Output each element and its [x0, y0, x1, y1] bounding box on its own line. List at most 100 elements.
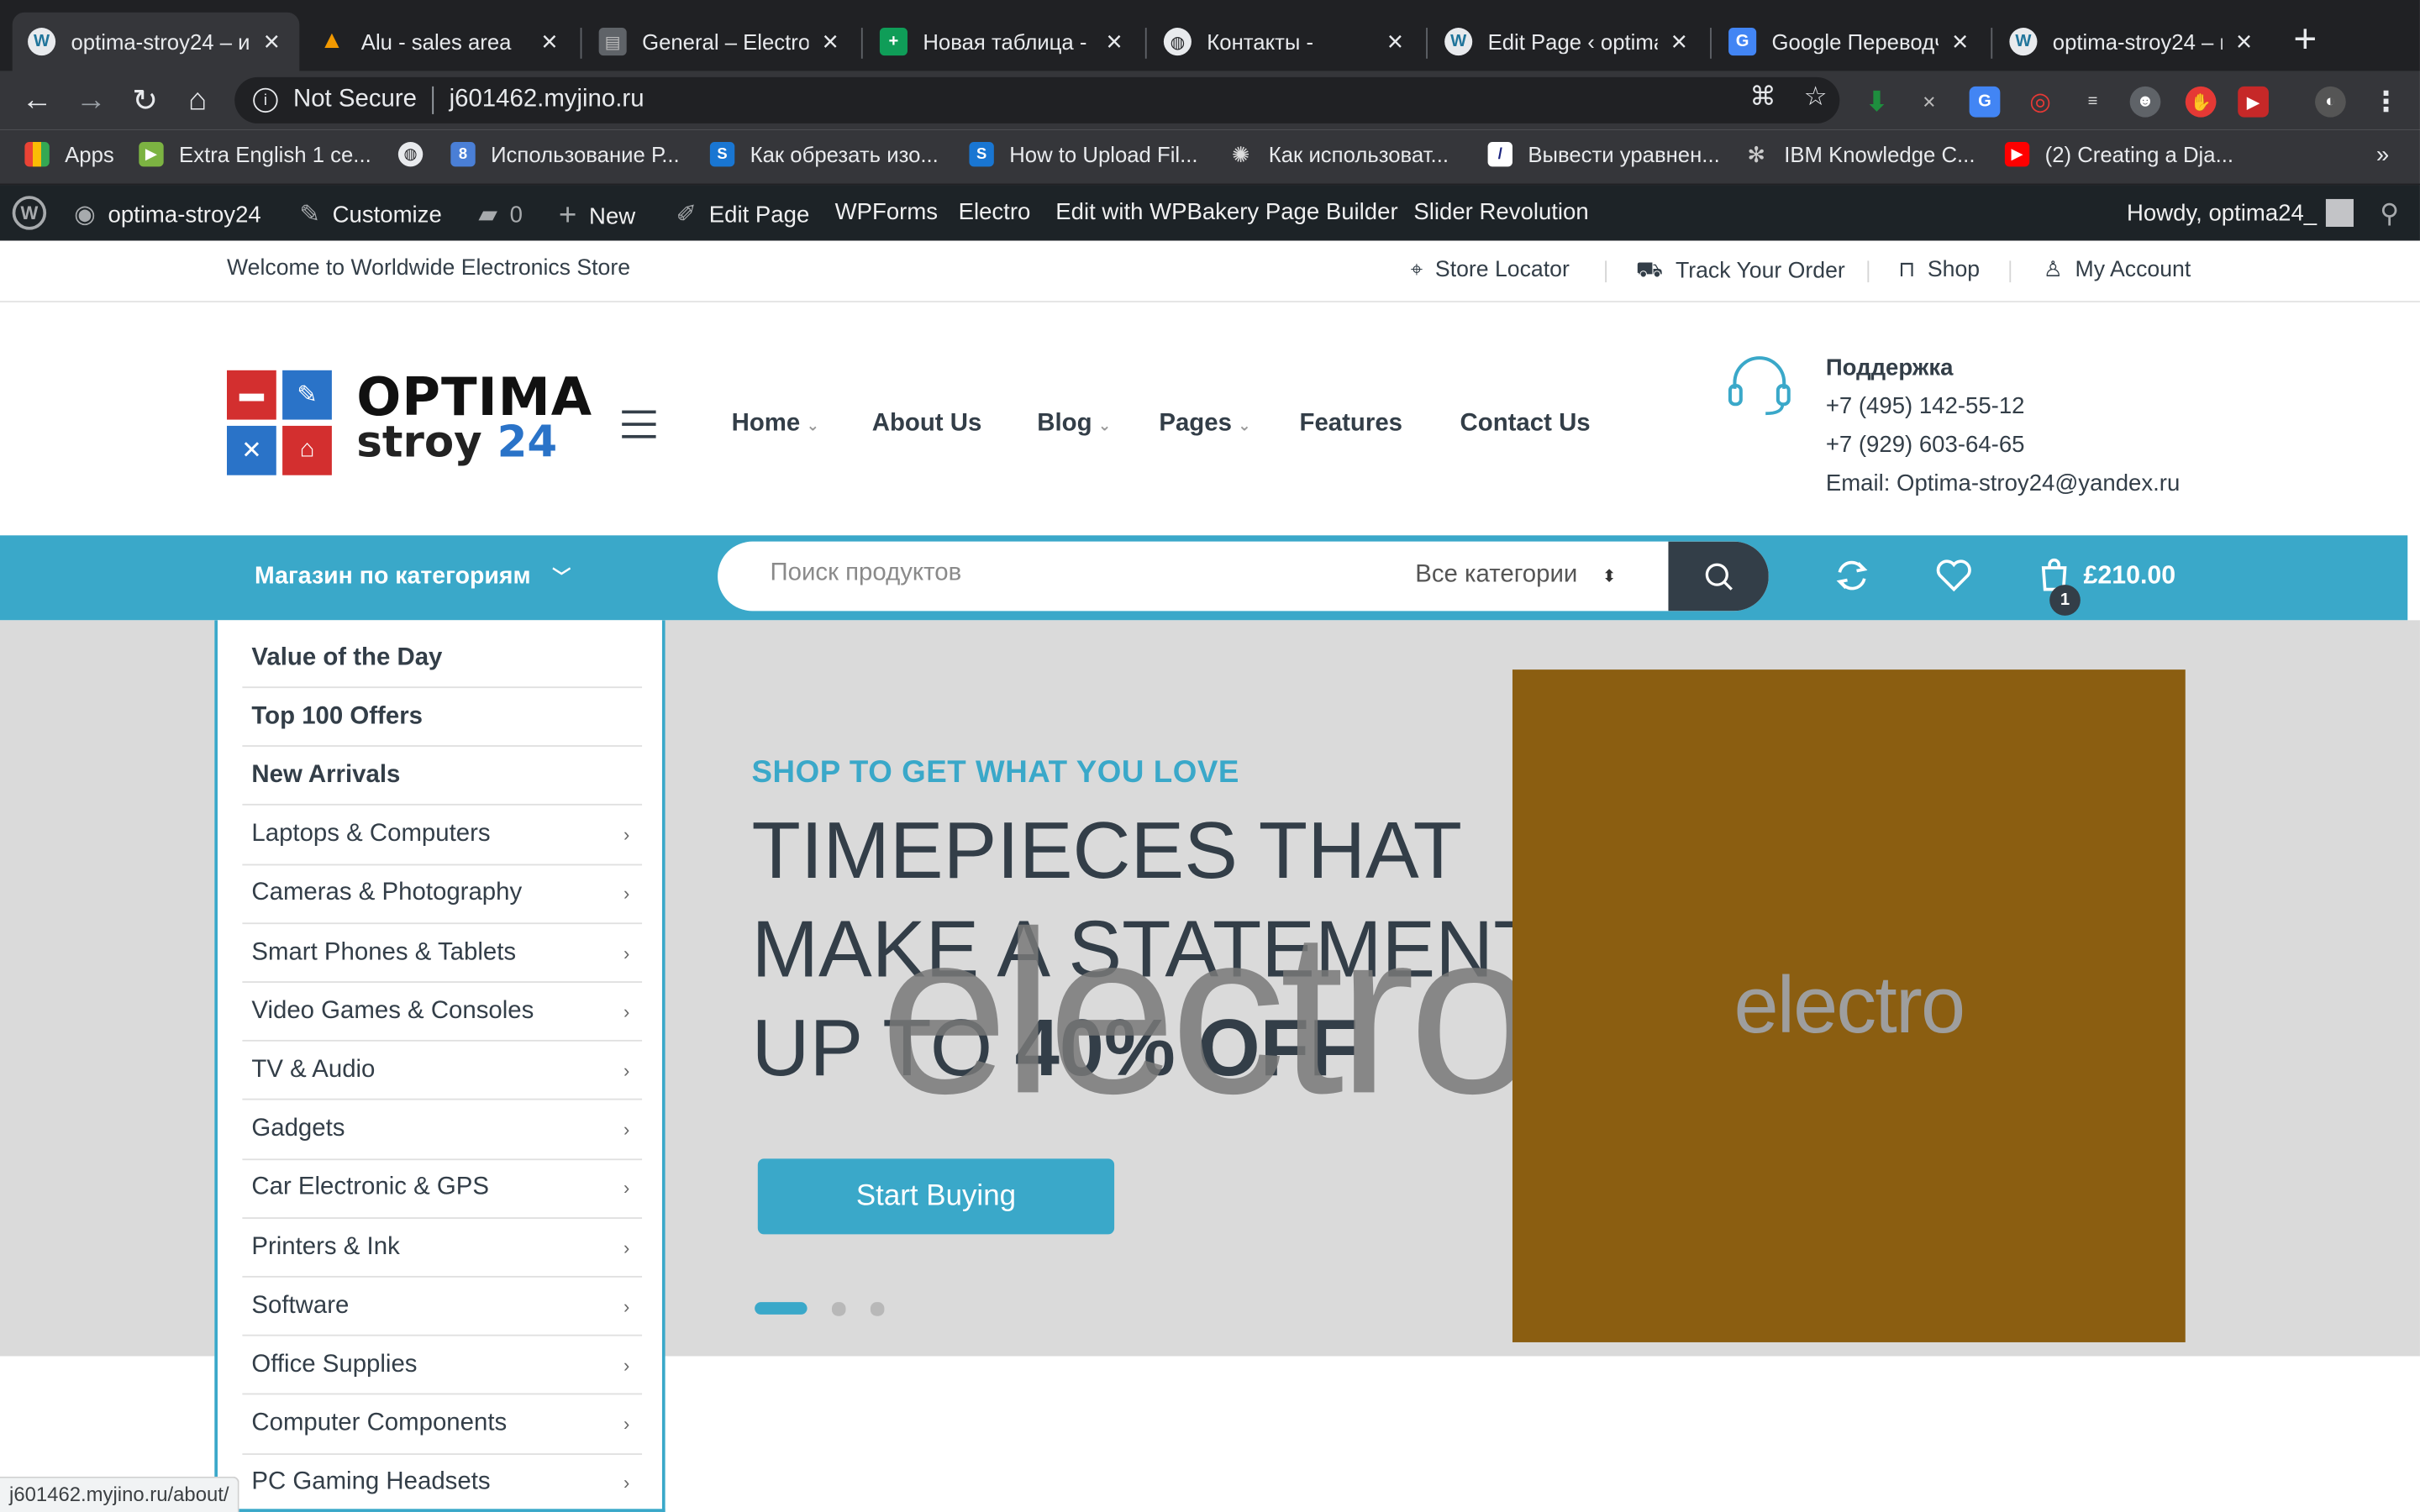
- search-icon[interactable]: ⚲: [2380, 199, 2399, 230]
- nav-home[interactable]: Home ⌄: [732, 411, 819, 438]
- bookmark-extra-english[interactable]: ▶ Extra English 1 се...: [139, 141, 371, 167]
- nav-pages[interactable]: Pages ⌄: [1159, 411, 1250, 438]
- wp-edit-page[interactable]: ✐ Edit Page: [676, 199, 809, 230]
- wp-wpbakery[interactable]: Edit with WPBakery Page Builder: [1055, 199, 1397, 225]
- tab-google-sheets[interactable]: + Новая таблица - G ×: [865, 13, 1143, 71]
- slider-dot[interactable]: [831, 1302, 846, 1316]
- translate-page-icon[interactable]: ⌘: [1749, 81, 1776, 113]
- tab-optima-stroy24-2[interactable]: W optima-stroy24 – и ×: [1994, 13, 2272, 71]
- shop-by-category-button[interactable]: Магазин по категориям ﹀: [255, 563, 571, 591]
- tab-contacts[interactable]: ◍ Контакты - ×: [1149, 13, 1423, 71]
- wp-new[interactable]: + New: [559, 199, 635, 234]
- site-logo[interactable]: ▬ ✎ ✕ ⌂ OPTIMA stroy 24: [226, 367, 597, 479]
- category-item[interactable]: Video Games & Consoles ›: [242, 983, 643, 1042]
- category-item[interactable]: Computer Components ›: [242, 1395, 643, 1455]
- category-item[interactable]: Software ›: [242, 1278, 643, 1336]
- category-item[interactable]: Laptops & Computers ›: [242, 806, 643, 865]
- close-icon[interactable]: ×: [1948, 25, 1972, 58]
- list-extension-icon[interactable]: ≡: [2077, 87, 2108, 118]
- shop-link[interactable]: ⊓ Shop: [1898, 256, 1980, 282]
- download-extension-icon[interactable]: ⬇: [1861, 86, 1892, 118]
- tab-optima-stroy24[interactable]: W optima-stroy24 – и ×: [12, 12, 300, 71]
- category-item[interactable]: Top 100 Offers: [242, 689, 643, 748]
- wp-comments[interactable]: ▰ 0: [478, 199, 523, 230]
- bookmark-kak-obrezat[interactable]: S Как обрезать изо...: [709, 141, 939, 167]
- wishlist-heart-icon[interactable]: [1933, 555, 1974, 596]
- bookmark-kak-ispolzovat[interactable]: ✺ Как использоват...: [1228, 141, 1449, 166]
- tab-google-translate[interactable]: G Google Переводч ×: [1713, 13, 1988, 71]
- bookmark-globe[interactable]: ◍: [397, 141, 439, 167]
- track-order-link[interactable]: ⛟ Track Your Order: [1636, 256, 1845, 286]
- hamburger-menu-icon[interactable]: [622, 410, 656, 438]
- bookmark-how-to-upload[interactable]: S How to Upload Fil...: [969, 141, 1198, 167]
- ghost-extension-icon[interactable]: ☻: [2129, 86, 2161, 118]
- support-phone-1[interactable]: +7 (495) 142-55-12: [1826, 393, 2025, 419]
- slider-dot[interactable]: [755, 1302, 808, 1315]
- close-icon[interactable]: ×: [2232, 25, 2256, 58]
- address-bar[interactable]: i Not Secure j601462.myjino.ru ⌘ ☆: [234, 76, 1840, 123]
- category-item[interactable]: Smart Phones & Tablets ›: [242, 924, 643, 983]
- close-icon[interactable]: ×: [1383, 25, 1407, 58]
- bookmark-creating-django[interactable]: ▶ (2) Creating a Dja...: [2004, 141, 2233, 167]
- bookmark-apps[interactable]: Apps: [24, 141, 114, 167]
- wp-site-menu[interactable]: ◉ optima-stroy24: [74, 199, 261, 230]
- search-input[interactable]: [770, 559, 1357, 588]
- forward-icon[interactable]: →: [71, 81, 111, 121]
- category-item[interactable]: Car Electronic & GPS ›: [242, 1160, 643, 1219]
- x-extension-icon[interactable]: ✕: [1914, 87, 1945, 118]
- wordpress-logo-icon[interactable]: W: [12, 196, 47, 230]
- close-icon[interactable]: ×: [1102, 25, 1126, 58]
- cart-total[interactable]: £210.00: [2084, 562, 2176, 591]
- category-item[interactable]: PC Gaming Headsets ›: [242, 1455, 643, 1512]
- compare-icon[interactable]: [1832, 555, 1872, 596]
- wp-wpforms[interactable]: WPForms: [835, 199, 938, 225]
- adblock-extension-icon[interactable]: ✋: [2185, 86, 2217, 118]
- new-tab-icon[interactable]: +: [2293, 18, 2317, 59]
- nav-features[interactable]: Features: [1300, 411, 1403, 438]
- back-icon[interactable]: ←: [17, 81, 57, 121]
- nav-about-us[interactable]: About Us: [872, 411, 982, 438]
- start-buying-button[interactable]: Start Buying: [757, 1158, 1115, 1235]
- store-locator-link[interactable]: ⌖ Store Locator: [1411, 256, 1570, 282]
- nav-blog[interactable]: Blog ⌄: [1037, 411, 1111, 438]
- support-phone-2[interactable]: +7 (929) 603-64-65: [1826, 432, 2025, 458]
- category-item[interactable]: Office Supplies ›: [242, 1336, 643, 1396]
- target-extension-icon[interactable]: ◎: [2025, 87, 2056, 118]
- info-icon[interactable]: i: [253, 87, 278, 113]
- category-item[interactable]: TV & Audio ›: [242, 1042, 643, 1101]
- reload-icon[interactable]: ↻: [125, 81, 166, 121]
- category-item[interactable]: New Arrivals: [242, 748, 643, 806]
- wp-slider-revolution[interactable]: Slider Revolution: [1413, 199, 1588, 225]
- category-item[interactable]: Cameras & Photography ›: [242, 865, 643, 924]
- bookmark-star-icon[interactable]: ☆: [1804, 81, 1828, 113]
- search-button[interactable]: [1668, 541, 1769, 612]
- search-category-select[interactable]: Все категории ⬍: [1415, 562, 1616, 590]
- home-icon[interactable]: ⌂: [177, 81, 218, 121]
- bookmark-ispolzovanie[interactable]: 8 Использование Р...: [450, 141, 680, 167]
- security-label[interactable]: Not Secure: [293, 87, 417, 114]
- category-item[interactable]: Printers & Ink ›: [242, 1219, 643, 1278]
- video-extension-icon[interactable]: ▶: [2238, 86, 2269, 118]
- category-item[interactable]: Gadgets ›: [242, 1101, 643, 1160]
- google-translate-extension-icon[interactable]: G: [1969, 86, 2001, 118]
- bookmark-ibm[interactable]: ✻ IBM Knowledge C...: [1744, 141, 1975, 166]
- profile-avatar[interactable]: ◐: [2315, 86, 2346, 118]
- tab-edit-page[interactable]: W Edit Page ‹ optima ×: [1429, 13, 1707, 71]
- support-email[interactable]: Email: Optima-stroy24@yandex.ru: [1826, 470, 2180, 496]
- close-icon[interactable]: ×: [537, 25, 561, 58]
- menu-dots-icon[interactable]: ⋮: [2370, 86, 2402, 118]
- bookmarks-overflow-icon[interactable]: »: [2376, 142, 2389, 168]
- bookmark-vyvesti[interactable]: / Вывести уравнен...: [1487, 141, 1720, 167]
- close-icon[interactable]: ×: [260, 25, 284, 58]
- tab-alu-sales[interactable]: ▲ Alu - sales area ×: [302, 13, 577, 71]
- slider-dot[interactable]: [870, 1302, 885, 1316]
- my-account-link[interactable]: ♙ My Account: [2044, 256, 2191, 282]
- wp-electro[interactable]: Electro: [959, 199, 1031, 225]
- wp-howdy[interactable]: Howdy, optima24_: [2127, 198, 2354, 227]
- tab-general-electro[interactable]: ▤ General – Electro I ×: [583, 13, 858, 71]
- wp-customize[interactable]: ✎ Customize: [299, 199, 441, 230]
- close-icon[interactable]: ×: [1667, 25, 1691, 58]
- close-icon[interactable]: ×: [818, 25, 842, 58]
- url-text[interactable]: j601462.myjino.ru: [450, 87, 644, 114]
- category-item[interactable]: Value of the Day: [242, 629, 643, 689]
